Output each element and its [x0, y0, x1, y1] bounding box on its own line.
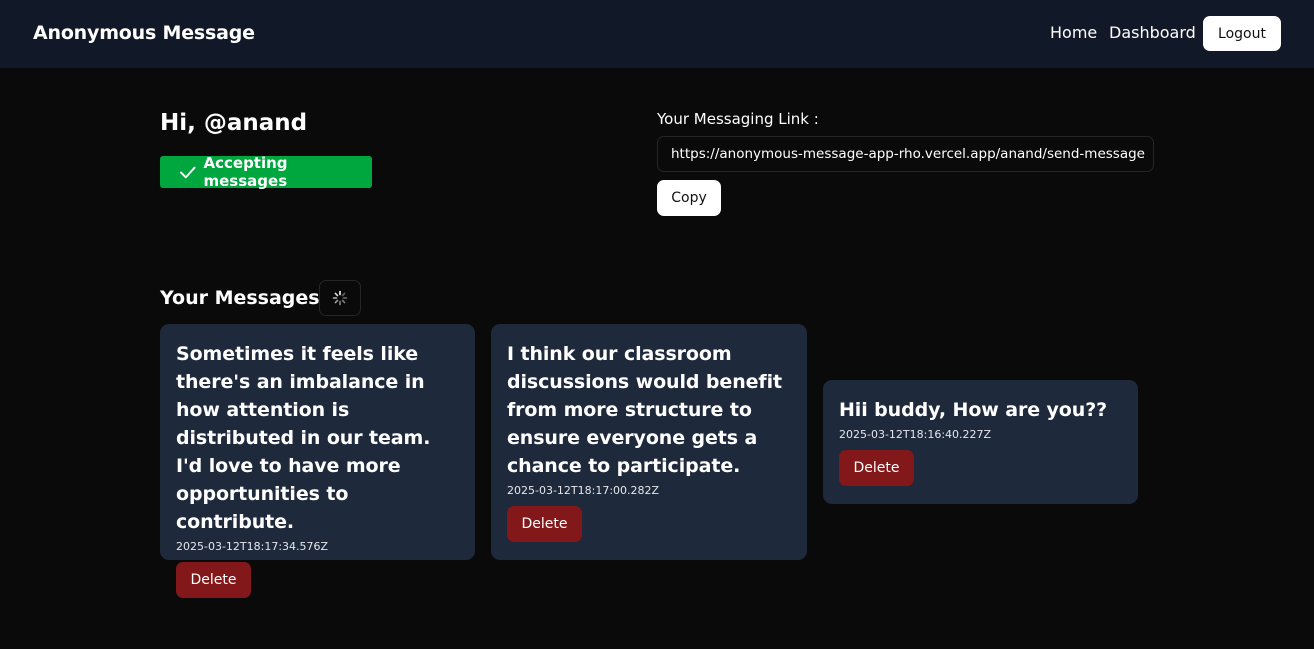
messaging-link-input[interactable]: [657, 136, 1154, 172]
loader-icon: [332, 290, 348, 306]
message-text: Hii buddy, How are you??: [839, 399, 1108, 421]
message-timestamp: 2025-03-12T18:16:40.227Z: [839, 428, 992, 441]
message-card: Sometimes it feels like there's an imbal…: [160, 324, 475, 598]
greeting-heading: Hi, @anand: [160, 110, 308, 136]
nav-link-dashboard[interactable]: Dashboard: [1109, 23, 1196, 42]
message-text: Sometimes it feels like there's an imbal…: [176, 343, 431, 533]
refresh-button[interactable]: [319, 280, 361, 316]
navbar: Anonymous Message Home Dashboard Logout: [0, 0, 1314, 68]
message-timestamp: 2025-03-12T18:17:34.576Z: [176, 540, 329, 553]
delete-button[interactable]: Delete: [176, 562, 251, 598]
logout-button[interactable]: Logout: [1203, 16, 1281, 51]
messaging-link-label: Your Messaging Link :: [657, 110, 819, 128]
messages-heading: Your Messages :: [160, 287, 334, 309]
check-icon: [179, 166, 196, 179]
delete-button[interactable]: Delete: [839, 450, 914, 486]
nav-link-home[interactable]: Home: [1050, 23, 1097, 42]
accepting-messages-badge: Accepting messages: [160, 154, 372, 190]
delete-button[interactable]: Delete: [507, 506, 582, 542]
message-card: Hii buddy, How are you?? 2025-03-12T18:1…: [823, 380, 1138, 504]
brand-title[interactable]: Anonymous Message: [33, 22, 255, 44]
message-text: I think our classroom discussions would …: [507, 343, 782, 477]
accepting-messages-label: Accepting messages: [203, 154, 288, 190]
message-card: I think our classroom discussions would …: [491, 324, 807, 560]
copy-button[interactable]: Copy: [657, 180, 721, 216]
message-timestamp: 2025-03-12T18:17:00.282Z: [507, 484, 660, 497]
